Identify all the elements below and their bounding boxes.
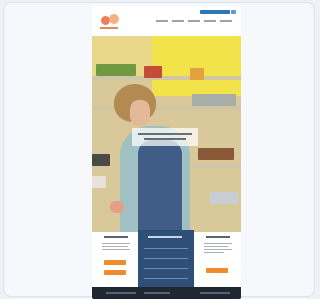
info-card-button[interactable] (206, 268, 228, 273)
main-nav (156, 20, 232, 22)
footer-text (106, 292, 136, 294)
hero-person-apron (138, 140, 182, 232)
info-card-left (96, 232, 136, 282)
info-card-title (206, 236, 230, 238)
info-card-middle (138, 230, 194, 288)
hero-photo (92, 36, 241, 232)
hero-shelf (92, 76, 241, 80)
info-card-text (102, 246, 128, 247)
hero-wall-yellow (152, 36, 241, 96)
nav-item[interactable] (188, 20, 200, 22)
website-preview[interactable] (92, 6, 241, 299)
info-card-text (102, 243, 130, 244)
info-card-title (104, 236, 128, 238)
overlay-line (138, 133, 192, 135)
nav-item[interactable] (156, 20, 168, 22)
hero-person-hand (110, 201, 124, 213)
logo-icon-accent (109, 14, 119, 24)
footer-link[interactable] (200, 292, 230, 294)
header-cta-button[interactable] (200, 10, 230, 14)
info-card-text (204, 246, 228, 247)
hero-goods (198, 148, 234, 160)
info-card-row (144, 258, 188, 259)
info-card-row (144, 248, 188, 249)
info-card-text (204, 249, 232, 250)
hero-goods (190, 68, 204, 80)
site-header (92, 6, 241, 36)
nav-item[interactable] (220, 20, 232, 22)
nav-item[interactable] (172, 20, 184, 22)
hero-goods (96, 64, 136, 76)
nav-item[interactable] (204, 20, 216, 22)
site-footer (92, 287, 241, 299)
info-card-title (148, 236, 182, 238)
info-card-text (204, 243, 232, 244)
info-cards (92, 230, 241, 288)
info-card-button[interactable] (104, 260, 126, 265)
info-card-right (198, 232, 238, 282)
info-card-row (144, 278, 188, 279)
info-card-button[interactable] (104, 270, 126, 275)
hero-goods (210, 192, 238, 204)
hero-shelf (192, 164, 241, 168)
info-card-text (204, 252, 224, 253)
logo-tagline (100, 27, 118, 29)
overlay-line (144, 138, 186, 140)
hero-goods (192, 94, 236, 106)
info-card-row (144, 268, 188, 269)
hero-goods (144, 66, 162, 78)
footer-link[interactable] (144, 292, 170, 294)
hero-person-face (130, 100, 150, 126)
hero-goods (92, 176, 106, 188)
info-card-text (102, 249, 130, 250)
hero-overlay-banner (132, 128, 198, 146)
header-secondary-button[interactable] (231, 10, 236, 14)
hero-goods (92, 154, 110, 166)
